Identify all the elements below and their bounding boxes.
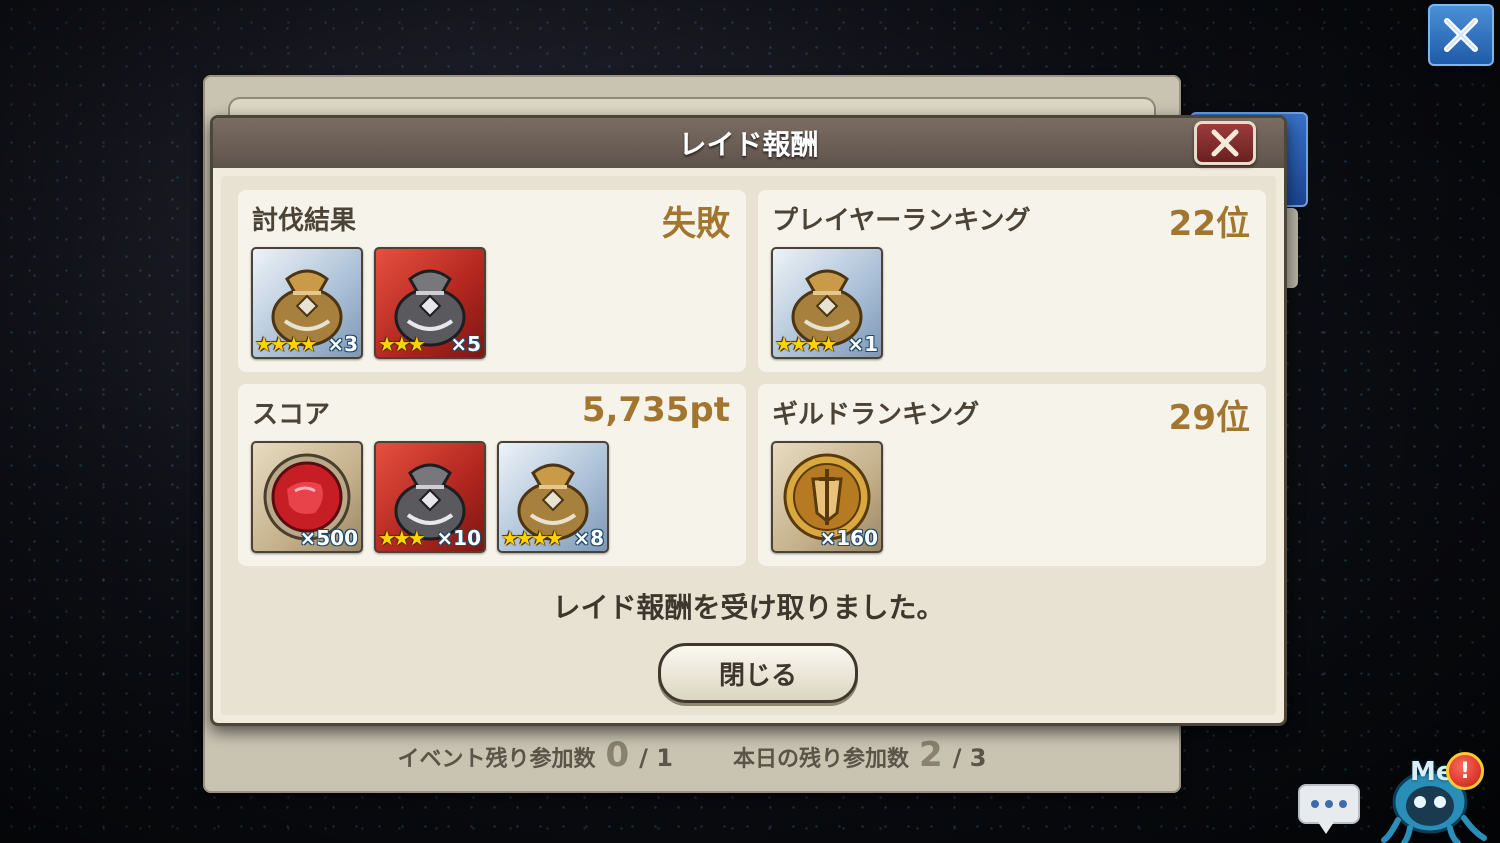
rarity-stars: ★★★★ [255, 332, 318, 356]
reward-item[interactable]: ★★★★ ×3 [251, 247, 363, 359]
rarity-stars: ★★★ [378, 332, 426, 356]
rarity-stars: ★★★★ [501, 526, 564, 550]
alert-badge-icon[interactable]: ! [1446, 752, 1484, 790]
raid-reward-modal: レイド報酬 討伐結果 失敗 ★★★★ ×3 ★★★ ×5 プレイヤーランキング … [210, 115, 1287, 726]
modal-close-button[interactable] [1194, 121, 1256, 165]
close-icon [1444, 18, 1478, 52]
close-button-label: 閉じる [718, 660, 797, 691]
event-remaining-stat: イベント残り参加数 0 / 1 [397, 735, 673, 775]
reward-item[interactable]: ×500 [251, 441, 363, 553]
item-quantity: ×3 [327, 332, 358, 356]
subjugation-result-value: 失敗 [662, 204, 730, 244]
alert-badge-label: ! [1459, 758, 1471, 784]
item-quantity: ×160 [819, 526, 878, 550]
screen-close-button[interactable] [1428, 4, 1494, 66]
score-value: 5,735pt [581, 390, 730, 430]
chat-dot-icon [1339, 800, 1347, 808]
reward-item[interactable]: ★★★★ ×8 [497, 441, 609, 553]
participation-stats: イベント残り参加数 0 / 1 本日の残り参加数 2 / 3 [203, 730, 1181, 780]
chat-bubble-tail [1318, 822, 1334, 834]
card-title: プレイヤーランキング [772, 206, 1031, 236]
card-title: ギルドランキング [772, 400, 980, 430]
card-title: スコア [252, 400, 331, 430]
player-ranking-card: プレイヤーランキング 22位 ★★★★ ×1 [758, 190, 1266, 372]
guild-ranking-value: 29位 [1168, 398, 1250, 438]
daily-remaining-current: 2 [919, 735, 943, 775]
reward-items: ★★★★ ×1 [771, 247, 883, 359]
chat-dot-icon [1325, 800, 1333, 808]
daily-remaining-total: / 3 [952, 744, 987, 772]
modal-header: レイド報酬 [213, 118, 1284, 168]
card-title: 討伐結果 [252, 206, 357, 236]
rarity-stars: ★★★ [378, 526, 426, 550]
close-icon [1211, 129, 1239, 157]
player-ranking-value: 22位 [1168, 204, 1250, 244]
event-remaining-label: イベント残り参加数 [397, 747, 596, 772]
daily-remaining-stat: 本日の残り参加数 2 / 3 [733, 735, 987, 775]
item-quantity: ×8 [573, 526, 604, 550]
event-remaining-total: / 1 [639, 744, 673, 772]
subjugation-result-card: 討伐結果 失敗 ★★★★ ×3 ★★★ ×5 [238, 190, 746, 372]
reward-items: ×160 [771, 441, 883, 553]
chat-dot-icon [1311, 800, 1319, 808]
reward-item[interactable]: ×160 [771, 441, 883, 553]
reward-item[interactable]: ★★★★ ×1 [771, 247, 883, 359]
reward-item[interactable]: ★★★ ×5 [374, 247, 486, 359]
reward-received-message: レイド報酬を受け取りました。 [552, 591, 945, 624]
daily-remaining-label: 本日の残り参加数 [733, 747, 910, 772]
item-quantity: ×10 [436, 526, 481, 550]
chat-button[interactable] [1298, 784, 1360, 824]
guild-ranking-card: ギルドランキング 29位 ×160 [758, 384, 1266, 566]
score-card: スコア 5,735pt ×500 ★★★ ×10 ★★★★ ×8 [238, 384, 746, 566]
item-quantity: ×1 [847, 332, 878, 356]
reward-item[interactable]: ★★★ ×10 [374, 441, 486, 553]
reward-items: ★★★★ ×3 ★★★ ×5 [251, 247, 486, 359]
modal-body: 討伐結果 失敗 ★★★★ ×3 ★★★ ×5 プレイヤーランキング 22位 ★★… [221, 176, 1276, 715]
rarity-stars: ★★★★ [775, 332, 838, 356]
event-remaining-current: 0 [605, 735, 630, 775]
modal-title: レイド報酬 [678, 128, 819, 161]
item-quantity: ×500 [299, 526, 358, 550]
close-button[interactable]: 閉じる [658, 643, 858, 703]
reward-items: ×500 ★★★ ×10 ★★★★ ×8 [251, 441, 609, 553]
item-quantity: ×5 [450, 332, 481, 356]
